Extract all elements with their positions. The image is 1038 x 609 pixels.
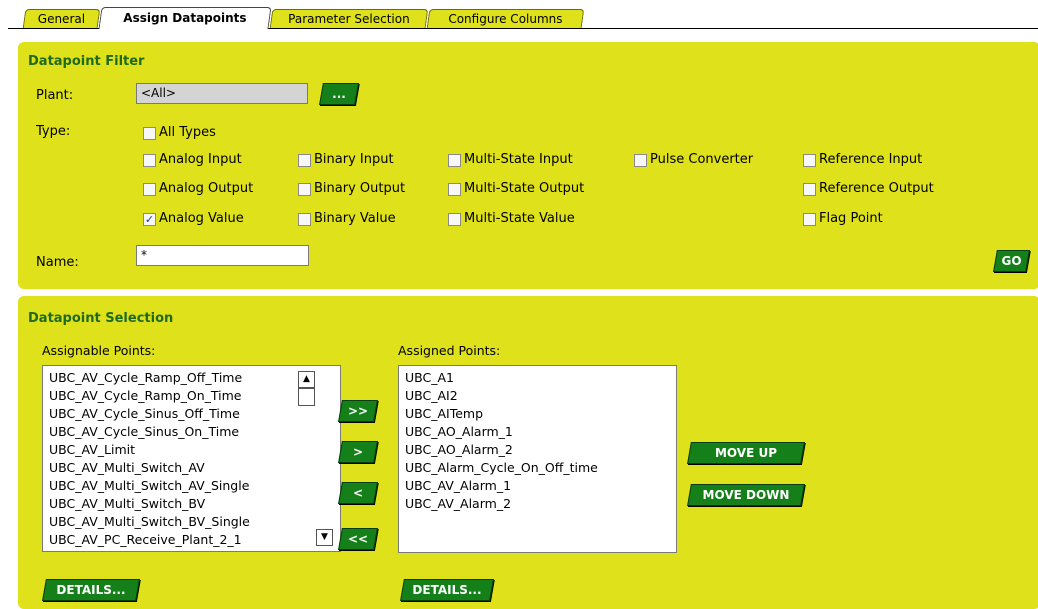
checkbox-label: Binary Value bbox=[314, 211, 396, 226]
checkbox-label: Multi-State Output bbox=[464, 181, 585, 196]
move-down-button[interactable]: MOVE DOWN bbox=[687, 484, 805, 506]
checkbox-box[interactable] bbox=[803, 213, 816, 226]
scroll-up-icon[interactable]: ▲ bbox=[298, 371, 315, 388]
datapoint-selection-panel: Datapoint Selection Assignable Points: A… bbox=[18, 296, 1038, 609]
checkbox-label: Reference Input bbox=[819, 152, 923, 167]
checkbox-box[interactable] bbox=[298, 154, 311, 167]
list-item[interactable]: UBC_AV_Multi_Switch_BV_Single bbox=[43, 513, 313, 531]
tab-bar: General Assign Datapoints Parameter Sele… bbox=[0, 0, 1038, 30]
checkbox-label: Multi-State Input bbox=[464, 152, 573, 167]
go-button[interactable]: GO bbox=[993, 250, 1030, 272]
assignable-items: UBC_AV_Cycle_Ramp_Off_Time UBC_AV_Cycle_… bbox=[43, 366, 313, 549]
details-assignable-button[interactable]: DETAILS... bbox=[42, 579, 140, 601]
list-item[interactable]: UBC_AV_Cycle_Ramp_Off_Time bbox=[43, 369, 313, 387]
add-all-button[interactable]: >> bbox=[338, 400, 378, 422]
remove-button[interactable]: < bbox=[338, 482, 378, 504]
list-item[interactable]: UBC_AO_Alarm_1 bbox=[399, 423, 676, 441]
assigned-points-label: Assigned Points: bbox=[398, 343, 501, 358]
checkbox-box[interactable] bbox=[448, 213, 461, 226]
panel-title: Datapoint Filter bbox=[28, 54, 145, 69]
checkmark-icon[interactable]: ✓ bbox=[143, 213, 156, 226]
checkbox-label: Analog Value bbox=[159, 211, 244, 226]
list-item[interactable]: UBC_A1 bbox=[399, 369, 676, 387]
checkbox-label: Pulse Converter bbox=[650, 152, 754, 167]
checkbox-label: Analog Output bbox=[159, 181, 254, 196]
datapoint-filter-panel: Datapoint Filter Plant: <All> ... Type: … bbox=[18, 42, 1038, 289]
remove-all-label: << bbox=[347, 532, 369, 546]
list-item[interactable]: UBC_AV_Alarm_1 bbox=[399, 477, 676, 495]
tab-assign-datapoints[interactable]: Assign Datapoints bbox=[98, 7, 272, 29]
type-label: Type: bbox=[36, 124, 71, 139]
list-item[interactable]: UBC_AITemp bbox=[399, 405, 676, 423]
checkbox-box[interactable] bbox=[143, 154, 156, 167]
list-item[interactable]: UBC_AI2 bbox=[399, 387, 676, 405]
list-item[interactable]: UBC_AV_Multi_Switch_AV bbox=[43, 459, 313, 477]
checkbox-box[interactable] bbox=[634, 154, 647, 167]
list-item[interactable]: UBC_AV_Cycle_Sinus_Off_Time bbox=[43, 405, 313, 423]
tab-general-label: General bbox=[37, 12, 86, 26]
tab-parameter-selection-label: Parameter Selection bbox=[288, 12, 410, 26]
move-up-button[interactable]: MOVE UP bbox=[687, 442, 805, 464]
add-button[interactable]: > bbox=[338, 441, 378, 463]
details-label: DETAILS... bbox=[56, 583, 126, 597]
checkbox-box[interactable] bbox=[298, 213, 311, 226]
checkbox-label: Reference Output bbox=[819, 181, 934, 196]
list-item[interactable]: UBC_AV_Limit bbox=[43, 441, 313, 459]
assigned-points-list[interactable]: UBC_A1 UBC_AI2 UBC_AITemp UBC_AO_Alarm_1… bbox=[398, 365, 677, 553]
assignable-points-list[interactable]: UBC_AV_Cycle_Ramp_Off_Time UBC_AV_Cycle_… bbox=[42, 365, 341, 552]
details-label: DETAILS... bbox=[412, 583, 482, 597]
checkbox-box[interactable] bbox=[803, 183, 816, 196]
plant-label: Plant: bbox=[36, 88, 74, 103]
assigned-items: UBC_A1 UBC_AI2 UBC_AITemp UBC_AO_Alarm_1… bbox=[399, 366, 676, 513]
list-item[interactable]: UBC_AV_Multi_Switch_AV_Single bbox=[43, 477, 313, 495]
plant-browse-button[interactable]: ... bbox=[319, 83, 359, 105]
checkbox-label: Flag Point bbox=[819, 211, 883, 226]
checkbox-label: Multi-State Value bbox=[464, 211, 575, 226]
checkbox-label: Binary Output bbox=[314, 181, 406, 196]
move-up-label: MOVE UP bbox=[714, 446, 778, 460]
list-item[interactable]: UBC_AV_Alarm_2 bbox=[399, 495, 676, 513]
panel-title: Datapoint Selection bbox=[28, 311, 174, 326]
list-item[interactable]: UBC_AV_Cycle_Sinus_On_Time bbox=[43, 423, 313, 441]
checkbox-box[interactable] bbox=[143, 127, 156, 140]
list-item[interactable]: UBC_AV_Multi_Switch_BV bbox=[43, 495, 313, 513]
plant-field[interactable]: <All> bbox=[136, 83, 308, 104]
details-assigned-button[interactable]: DETAILS... bbox=[400, 579, 494, 601]
plant-browse-label: ... bbox=[332, 87, 346, 101]
go-button-label: GO bbox=[1001, 254, 1022, 268]
checkbox-label: All Types bbox=[159, 125, 216, 140]
tab-parameter-selection[interactable]: Parameter Selection bbox=[269, 9, 429, 28]
remove-all-button[interactable]: << bbox=[338, 528, 378, 550]
add-all-label: >> bbox=[347, 404, 369, 418]
list-item[interactable]: UBC_AO_Alarm_2 bbox=[399, 441, 676, 459]
name-input[interactable]: * bbox=[136, 245, 309, 266]
move-down-label: MOVE DOWN bbox=[702, 488, 790, 502]
checkbox-box[interactable] bbox=[803, 154, 816, 167]
tab-configure-columns-label: Configure Columns bbox=[448, 12, 563, 26]
checkbox-label: Binary Input bbox=[314, 152, 394, 167]
scrollbar-thumb[interactable] bbox=[298, 388, 315, 406]
name-label: Name: bbox=[36, 255, 79, 270]
list-item[interactable]: UBC_AV_Cycle_Ramp_On_Time bbox=[43, 387, 313, 405]
checkbox-box[interactable] bbox=[298, 183, 311, 196]
add-label: > bbox=[352, 445, 364, 459]
checkbox-box[interactable] bbox=[143, 183, 156, 196]
checkbox-box[interactable] bbox=[448, 183, 461, 196]
tab-assign-datapoints-label: Assign Datapoints bbox=[123, 11, 247, 25]
checkbox-box[interactable] bbox=[448, 154, 461, 167]
scroll-down-icon[interactable]: ▼ bbox=[316, 529, 333, 546]
checkbox-label: Analog Input bbox=[159, 152, 242, 167]
assignable-points-label: Assignable Points: bbox=[42, 343, 156, 358]
remove-label: < bbox=[352, 486, 364, 500]
tab-configure-columns[interactable]: Configure Columns bbox=[426, 9, 585, 28]
tab-general[interactable]: General bbox=[22, 9, 101, 28]
list-item[interactable]: UBC_AV_PC_Receive_Plant_2_1 bbox=[43, 531, 313, 549]
list-item[interactable]: UBC_Alarm_Cycle_On_Off_time bbox=[399, 459, 676, 477]
